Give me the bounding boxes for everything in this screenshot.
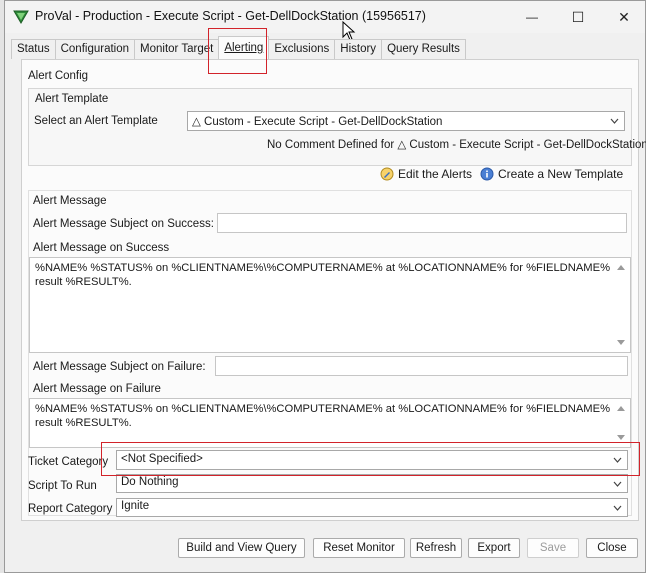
success-scrollbar[interactable]: [613, 259, 629, 351]
mouse-cursor-icon: [342, 21, 356, 41]
execute-script-window: ProVal - Production - Execute Script - G…: [4, 0, 646, 573]
ticket-category-value: <Not Specified>: [121, 453, 203, 465]
edit-pencil-icon: [380, 167, 394, 181]
close-window-button[interactable]: ✕: [601, 1, 646, 33]
refresh-button[interactable]: Refresh: [410, 538, 462, 558]
tab-exclusions[interactable]: Exclusions: [268, 39, 336, 59]
message-success-label: Alert Message on Success: [33, 242, 170, 254]
alert-template-select[interactable]: △ Custom - Execute Script - Get-DellDock…: [187, 111, 625, 131]
subject-success-input[interactable]: [217, 213, 627, 233]
tab-strip: Status Configuration Monitor Target Aler…: [11, 36, 466, 59]
subject-success-label: Alert Message Subject on Success:: [33, 218, 214, 230]
ticket-category-label: Ticket Category: [28, 456, 109, 468]
message-success-textarea[interactable]: %NAME% %STATUS% on %CLIENTNAME%\%COMPUTE…: [29, 257, 631, 353]
save-button[interactable]: Save: [527, 538, 579, 558]
tab-query-results[interactable]: Query Results: [381, 39, 466, 59]
window-title: ProVal - Production - Execute Script - G…: [35, 9, 426, 23]
alert-config-title: Alert Config: [28, 70, 89, 82]
create-template-button[interactable]: Create a New Template: [480, 167, 623, 181]
tab-monitor-target[interactable]: Monitor Target: [134, 39, 220, 59]
alert-message-title: Alert Message: [33, 195, 107, 207]
message-success-value: %NAME% %STATUS% on %CLIENTNAME%\%COMPUTE…: [35, 262, 611, 288]
select-template-label: Select an Alert Template: [34, 115, 158, 127]
close-icon: ✕: [618, 8, 630, 25]
tab-alerting[interactable]: Alerting: [218, 36, 270, 59]
create-template-label: Create a New Template: [498, 167, 624, 181]
alert-template-group: Alert Template Select an Alert Template …: [28, 88, 646, 166]
reset-monitor-button[interactable]: Reset Monitor: [313, 538, 405, 558]
failure-scrollbar[interactable]: [613, 400, 629, 446]
subject-failure-input[interactable]: [215, 356, 628, 376]
tab-status[interactable]: Status: [11, 39, 56, 59]
alert-template-value: △ Custom - Execute Script - Get-DellDock…: [192, 116, 443, 128]
alert-template-title: Alert Template: [35, 93, 109, 105]
message-failure-textarea[interactable]: %NAME% %STATUS% on %CLIENTNAME%\%COMPUTE…: [29, 398, 631, 448]
export-button[interactable]: Export: [468, 538, 520, 558]
report-category-select[interactable]: Ignite: [116, 498, 628, 517]
edit-alerts-button[interactable]: Edit the Alerts: [380, 167, 472, 181]
build-view-query-button[interactable]: Build and View Query: [178, 538, 305, 558]
script-to-run-label: Script To Run: [28, 480, 97, 492]
scroll-down-icon[interactable]: [617, 339, 625, 346]
message-failure-label: Alert Message on Failure: [33, 383, 161, 395]
script-to-run-select[interactable]: Do Nothing: [116, 474, 628, 493]
ticket-category-select[interactable]: <Not Specified>: [116, 450, 628, 470]
no-comment-text: No Comment Defined for △ Custom - Execut…: [267, 139, 646, 151]
chevron-down-icon: [613, 481, 622, 487]
scroll-up-icon[interactable]: [617, 264, 625, 271]
close-button[interactable]: Close: [586, 538, 638, 558]
tab-configuration[interactable]: Configuration: [54, 39, 136, 59]
chevron-down-icon: [613, 457, 622, 463]
app-logo-icon: [13, 10, 29, 24]
minimize-button[interactable]: —: [509, 1, 555, 33]
edit-alerts-label: Edit the Alerts: [398, 167, 473, 181]
scroll-up-icon[interactable]: [617, 405, 625, 412]
title-bar[interactable]: ProVal - Production - Execute Script - G…: [5, 1, 645, 33]
maximize-icon: ☐: [571, 8, 585, 25]
tab-history[interactable]: History: [334, 39, 383, 59]
scroll-down-icon[interactable]: [617, 434, 625, 441]
report-category-value: Ignite: [121, 500, 150, 512]
report-category-label: Report Category: [28, 503, 113, 515]
alerting-panel: Alert Config Alert Template Select an Al…: [21, 59, 646, 521]
info-icon: [480, 167, 494, 181]
script-to-run-value: Do Nothing: [121, 476, 179, 488]
subject-failure-label: Alert Message Subject on Failure:: [33, 361, 206, 373]
chevron-down-icon: [610, 118, 619, 124]
minimize-icon: —: [526, 10, 538, 24]
message-failure-value: %NAME% %STATUS% on %CLIENTNAME%\%COMPUTE…: [35, 403, 611, 429]
chevron-down-icon: [613, 505, 622, 511]
maximize-button[interactable]: ☐: [555, 1, 601, 33]
